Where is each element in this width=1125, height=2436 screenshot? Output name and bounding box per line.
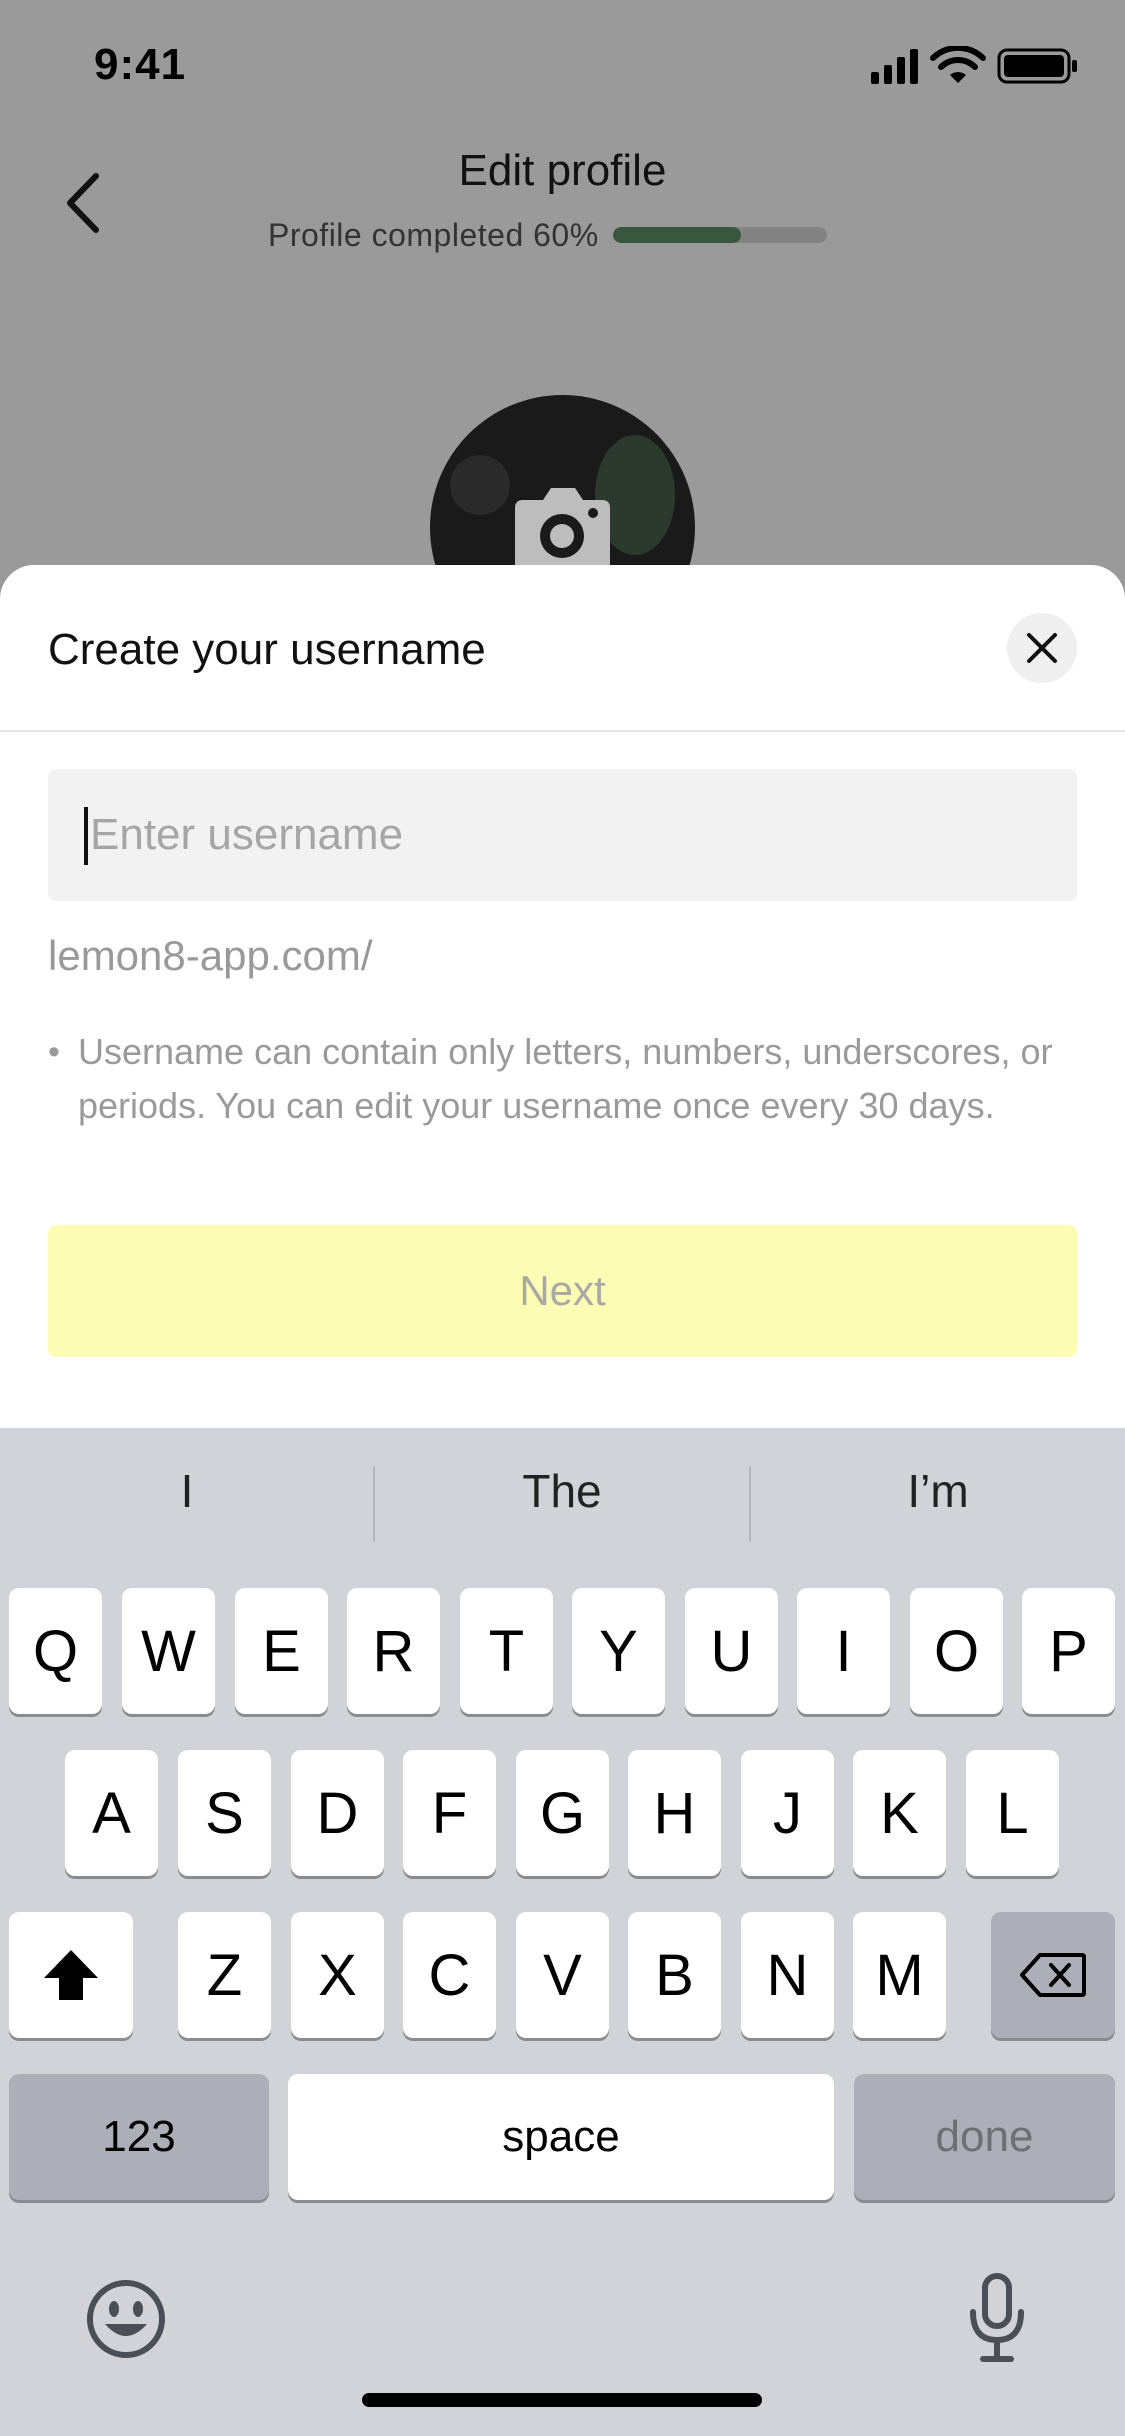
signal-icon xyxy=(871,49,918,84)
done-key[interactable]: done xyxy=(854,2074,1115,2200)
key-u[interactable]: U xyxy=(685,1588,778,1714)
key-s[interactable]: S xyxy=(178,1750,271,1876)
key-i[interactable]: I xyxy=(797,1588,890,1714)
avatar-photo-detail xyxy=(450,455,510,515)
next-button[interactable]: Next xyxy=(48,1225,1077,1357)
progress-bar-fill xyxy=(612,227,742,243)
text-caret xyxy=(84,807,88,865)
key-d[interactable]: D xyxy=(291,1750,384,1876)
url-prefix: lemon8-app.com/ xyxy=(48,932,373,979)
key-z[interactable]: Z xyxy=(178,1912,271,2038)
key-c[interactable]: C xyxy=(403,1912,496,2038)
progress-bar xyxy=(612,227,827,243)
username-field[interactable] xyxy=(48,769,1077,901)
shift-icon xyxy=(44,1950,98,2000)
page-title: Edit profile xyxy=(458,146,667,195)
wifi-icon xyxy=(930,46,986,83)
profile-progress: Profile completed 60% xyxy=(268,215,827,255)
emoji-icon[interactable] xyxy=(85,2278,167,2360)
key-w[interactable]: W xyxy=(122,1588,215,1714)
status-icons xyxy=(871,46,1077,84)
shift-key[interactable] xyxy=(9,1912,133,2038)
status-bar: 9:41 xyxy=(0,0,1125,140)
keyboard: I The I’m Q W E R T Y U I O P A S D F G … xyxy=(0,1428,1125,2436)
close-button[interactable] xyxy=(1007,613,1077,683)
key-b[interactable]: B xyxy=(628,1912,721,2038)
key-r[interactable]: R xyxy=(347,1588,440,1714)
space-key[interactable]: space xyxy=(288,2074,834,2200)
key-q[interactable]: Q xyxy=(9,1588,102,1714)
microphone-icon[interactable] xyxy=(965,2272,1029,2364)
key-n[interactable]: N xyxy=(741,1912,834,2038)
key-e[interactable]: E xyxy=(235,1588,328,1714)
key-k[interactable]: K xyxy=(853,1750,946,1876)
key-j[interactable]: J xyxy=(741,1750,834,1876)
key-p[interactable]: P xyxy=(1022,1588,1115,1714)
backspace-icon xyxy=(1020,1953,1086,1997)
progress-label: Profile completed 60% xyxy=(268,216,599,253)
suggestion-item[interactable]: The xyxy=(375,1464,749,1518)
key-g[interactable]: G xyxy=(516,1750,609,1876)
close-icon xyxy=(1027,633,1057,663)
numbers-key[interactable]: 123 xyxy=(9,2074,269,2200)
key-a[interactable]: A xyxy=(65,1750,158,1876)
camera-icon xyxy=(515,488,610,575)
key-t[interactable]: T xyxy=(460,1588,553,1714)
key-y[interactable]: Y xyxy=(572,1588,665,1714)
key-m[interactable]: M xyxy=(853,1912,946,2038)
username-input[interactable] xyxy=(90,769,1050,901)
home-indicator xyxy=(362,2393,762,2407)
battery-icon xyxy=(997,48,1077,84)
suggestion-item[interactable]: I xyxy=(0,1464,374,1518)
username-hint: • Username can contain only letters, num… xyxy=(48,1025,1068,1133)
suggestion-bar: I The I’m xyxy=(0,1428,1125,1578)
sheet-divider xyxy=(0,730,1125,732)
hint-text: Username can contain only letters, numbe… xyxy=(78,1031,1053,1126)
key-l[interactable]: L xyxy=(966,1750,1059,1876)
key-x[interactable]: X xyxy=(291,1912,384,2038)
key-o[interactable]: O xyxy=(910,1588,1003,1714)
backspace-key[interactable] xyxy=(991,1912,1115,2038)
key-v[interactable]: V xyxy=(516,1912,609,2038)
suggestion-item[interactable]: I’m xyxy=(751,1464,1125,1518)
hint-bullet: • xyxy=(48,1033,60,1071)
key-h[interactable]: H xyxy=(628,1750,721,1876)
sheet-title: Create your username xyxy=(48,625,486,674)
status-time: 9:41 xyxy=(94,40,187,89)
key-f[interactable]: F xyxy=(403,1750,496,1876)
